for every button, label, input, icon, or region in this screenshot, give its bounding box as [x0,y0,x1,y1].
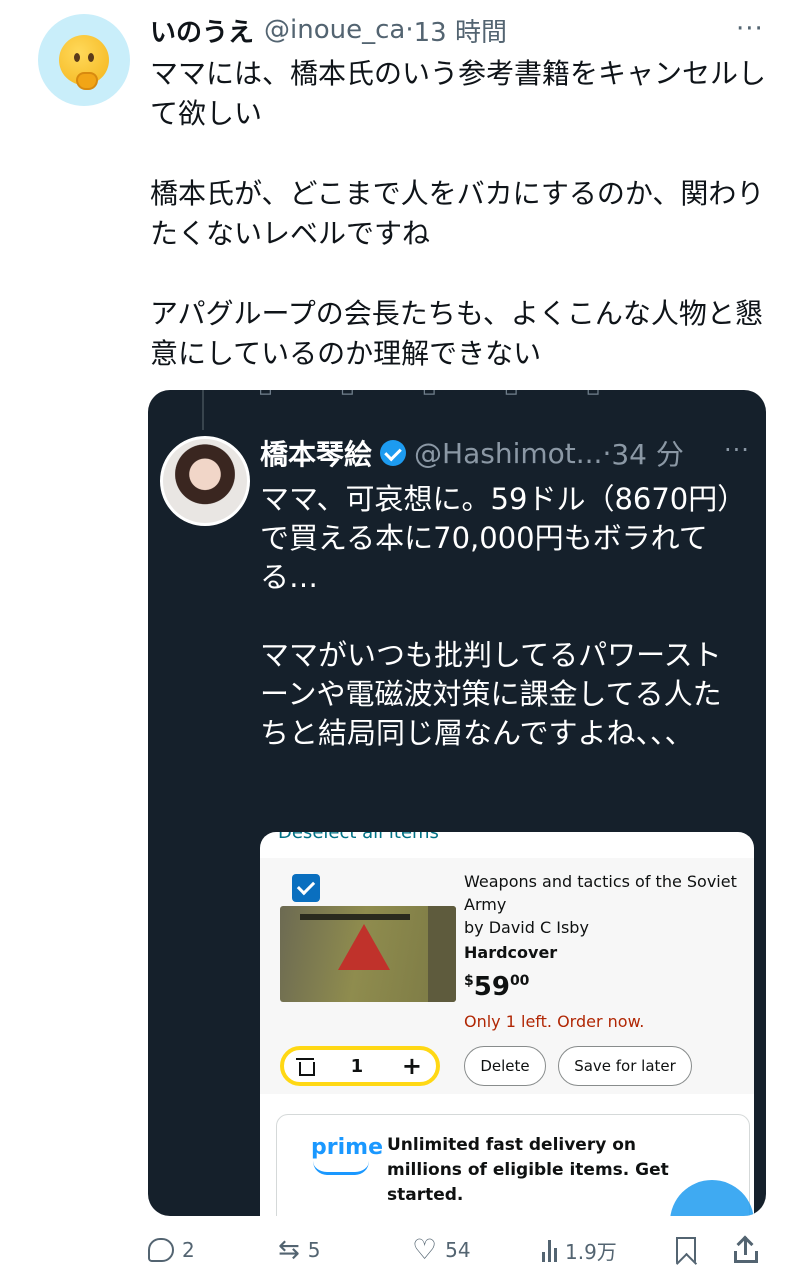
delete-button: Delete [464,1046,546,1086]
quoted-header: 橋本琴絵 @Hashimot... · 34 分 [260,434,760,472]
quoted-image[interactable]: ▫ ▫ ▫ ▫ ▫ 橋本琴絵 @Hashimot... · 34 分 ··· マ… [148,390,766,1216]
tweet-header: いのうえ @inoue_ca · 13 時間 [150,12,760,48]
separator-dot: · [602,436,612,470]
faded-action-bar: ▫ ▫ ▫ ▫ ▫ [258,390,758,401]
plus-icon: + [401,1052,422,1080]
book-cover-image [280,906,456,1002]
bookmark-icon [676,1237,696,1263]
like-count: 54 [445,1238,471,1262]
price-whole: 59 [473,972,510,1002]
trash-icon [296,1058,315,1076]
price-fraction: 00 [509,973,530,989]
share-icon [734,1235,758,1263]
reply-count: 2 [182,1238,195,1262]
quantity-stepper: 1 + [280,1046,440,1086]
author-handle[interactable]: @inoue_ca [264,15,405,45]
retweet-button[interactable]: ⇆ 5 [278,1226,321,1274]
quantity-value: 1 [350,1055,364,1077]
product-author: by David C Isby [464,918,589,937]
product-price: $5900 [464,972,529,1002]
quoted-author-handle: @Hashimot... [414,436,603,470]
quoted-avatar [160,436,250,526]
bookmark-button[interactable] [676,1226,696,1274]
avatar[interactable] [38,14,130,106]
prime-text: Unlimited fast delivery on millions of e… [387,1135,669,1205]
quoted-more-icon: ··· [724,436,750,464]
views-icon [542,1238,557,1262]
quoted-time: 34 分 [611,438,684,471]
thinking-hand-icon [76,72,98,90]
thread-line [202,390,204,430]
deselect-all-link: Deselect all items [278,832,439,843]
stock-status: Only 1 left. Order now. [464,1012,645,1031]
quoted-text: ママ、可哀想に。59ドル（8670円）で買える本に70,000円もボラれてる… … [260,482,732,750]
more-options-icon[interactable]: ··· [736,14,764,44]
item-checkbox [292,874,320,902]
amazon-cart-screenshot: Deselect all items Weapons and tactics o… [260,832,754,1216]
heart-icon: ♡ [412,1233,438,1266]
retweet-count: 5 [307,1238,321,1262]
price-symbol: $ [464,973,474,989]
retweet-icon: ⇆ [278,1235,300,1265]
like-button[interactable]: ♡ 54 [412,1226,471,1274]
share-button[interactable] [734,1226,758,1274]
separator-dot: · [405,15,414,45]
product-title: Weapons and tactics of the Soviet Army [464,872,737,914]
verified-icon [380,440,407,466]
tweet-text: ママには、橋本氏のいう参考書籍をキャンセルして欲しい 橋本氏が、どこまで人をバカ… [150,57,767,370]
author-name[interactable]: いのうえ [150,12,254,49]
tweet-time[interactable]: 13 時間 [414,12,507,49]
reply-icon [148,1238,174,1262]
action-bar: 2 ⇆ 5 ♡ 54 1.9万 [148,1226,768,1274]
views-count: 1.9万 [565,1239,617,1264]
quoted-author-name: 橋本琴絵 [260,438,373,471]
views-button[interactable]: 1.9万 [542,1226,617,1274]
prime-smile-icon [313,1161,369,1175]
reply-button[interactable]: 2 [148,1226,195,1274]
prime-logo: prime [311,1135,383,1160]
product-format: Hardcover [464,943,558,962]
save-for-later-button: Save for later [558,1046,692,1086]
